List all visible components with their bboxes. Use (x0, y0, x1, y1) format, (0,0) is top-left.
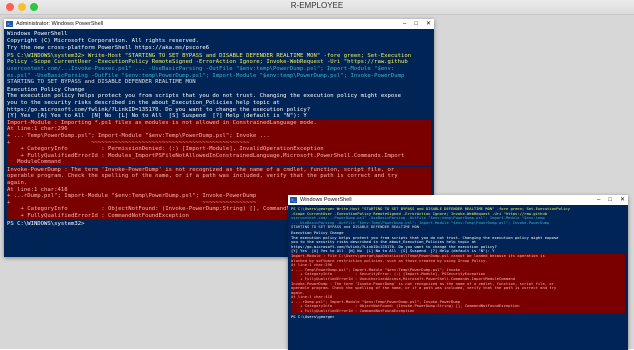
ps-window-titlebar[interactable]: >_ Windows PowerShell – □ ✕ (288, 195, 628, 205)
window-controls: – □ ✕ (597, 195, 625, 205)
console-line: PS C:\WINDOWS\system32> Write-Host "STAR… (7, 52, 412, 59)
console-line: usercontent.com/...Invoke-Psexec.ps1" ..… (7, 65, 395, 72)
console-line: [Y] Yes [A] Yes to All [N] No [L] No to … (7, 113, 307, 120)
console-line: https:/go.microsoft.com/fwlink/?LinkID=1… (7, 106, 311, 113)
remote-desktop: >_ Administrator: Windows PowerShell – □… (0, 15, 634, 350)
console-line: + FullyQualifiedErrorId : Modules_Import… (7, 152, 431, 160)
window-controls: – □ ✕ (403, 19, 431, 29)
console-line: Try the new cross-platform PowerShell ht… (7, 45, 210, 52)
console-line: At line:1 char:418 (7, 186, 431, 194)
console-line: Invoke-PowerDump : The term 'Invoke-Powe… (7, 166, 431, 174)
console-line: Execution Policy Change (7, 86, 85, 93)
console-line: + ~~~~~~~~~~~~~~~~~~~~~~~~~~~~~~~~~~~~~~… (7, 139, 431, 147)
console-line: again. (7, 180, 431, 187)
mac-title-bar: R-EMPLOYEE (0, 0, 634, 15)
ps-window-title: Administrator: Windows PowerShell (16, 21, 104, 27)
powershell-icon: >_ (290, 197, 297, 203)
console-line: + CategoryInfo : PermissionDenied: (:) [… (7, 146, 431, 153)
maximize-icon[interactable]: □ (608, 195, 612, 205)
console-line: The execution policy helps protect you f… (7, 93, 402, 100)
minimize-icon[interactable]: – (597, 195, 600, 205)
console-line: At line:1 char:296 (7, 126, 431, 133)
close-icon[interactable]: ✕ (426, 19, 431, 29)
minimize-icon[interactable]: – (403, 19, 406, 29)
console-line: Import-Module : Importing *.ps1 files as… (7, 119, 431, 127)
ps-window-titlebar[interactable]: >_ Administrator: Windows PowerShell – □… (4, 19, 434, 29)
console-output[interactable]: PS C:\Users\george> Write-Host "STARTING… (288, 205, 628, 321)
console-line: Copyright (C) Microsoft Corporation. All… (7, 37, 199, 44)
ps-window-title: Windows PowerShell (300, 197, 352, 203)
window-title: R-EMPLOYEE (290, 1, 344, 10)
maximize-icon[interactable]: □ (414, 19, 418, 29)
console-line: ms.psl" -UseBasicParsing -OutFile "$env:… (7, 72, 405, 79)
user-powershell-window[interactable]: >_ Windows PowerShell – □ ✕ PS C:\Users\… (288, 195, 628, 350)
console-line: operable program. Check the spelling of … (7, 173, 431, 181)
console-line: Windows PowerShell (7, 31, 68, 37)
console-line: + ... Temp\PowerDump.psl"; Import-Module… (7, 132, 431, 140)
console-line: you to the security risks described in t… (7, 99, 280, 106)
close-icon[interactable]: ✕ (620, 195, 625, 205)
console-line: ModuleCommand (7, 159, 431, 166)
powershell-icon: >_ (6, 21, 13, 27)
console-line: PS C:\Users\george> (291, 313, 335, 319)
console-line: Policy -Scope CurrentUser -ExecutionPoli… (7, 59, 408, 66)
console-line: STARTING TO SET BYPASS and DISABLE DEFEN… (7, 79, 196, 86)
